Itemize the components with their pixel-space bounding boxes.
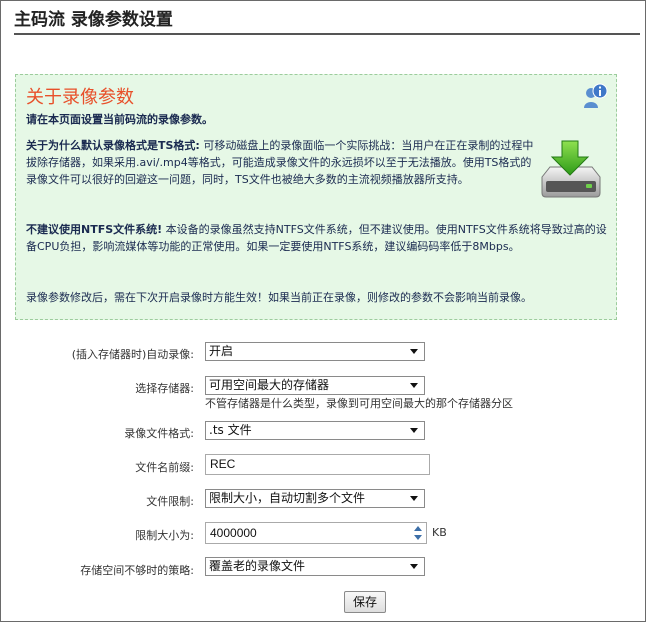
format-label: 录像文件格式: <box>124 427 194 440</box>
chevron-down-icon <box>410 564 418 569</box>
storage-label: 选择存储器: <box>135 382 194 395</box>
limit-size-unit: KB <box>432 526 447 539</box>
limit-size-value: 4000000 <box>210 526 257 540</box>
auto-record-select[interactable]: 开启 <box>205 342 425 361</box>
ts-format-paragraph: 关于为什么默认录像格式是TS格式: 可移动磁盘上的录像面临一个实际挑战：当用户在… <box>26 137 538 188</box>
spin-down-icon[interactable] <box>411 533 425 542</box>
ts-format-heading: 关于为什么默认录像格式是TS格式: <box>26 139 200 152</box>
prefix-label: 文件名前缀: <box>135 461 194 474</box>
apply-note: 录像参数修改后，需在下次开启录像时方能生效！如果当前正在录像，则修改的参数不会影… <box>26 291 532 304</box>
storage-select[interactable]: 可用空间最大的存储器 <box>205 376 425 395</box>
title-divider <box>14 33 640 35</box>
info-heading: 关于录像参数 <box>26 87 134 108</box>
info-panel: 关于录像参数 请在本页面设置当前码流的录像参数。 关于为什么默认录像格式是TS格… <box>15 74 617 320</box>
info-subtitle: 请在本页面设置当前码流的录像参数。 <box>26 113 213 126</box>
limit-label: 文件限制: <box>146 495 194 508</box>
spinner <box>411 524 425 542</box>
chevron-down-icon <box>410 349 418 354</box>
download-drive-icon <box>541 140 601 198</box>
auto-record-label: (插入存储器时)自动录像: <box>71 348 194 361</box>
chevron-down-icon <box>410 428 418 433</box>
ntfs-paragraph: 不建议使用NTFS文件系统! 本设备的录像虽然支持NTFS文件系统，但不建议使用… <box>26 221 612 255</box>
storage-hint: 不管存储器是什么类型，录像到可用空间最大的那个存储器分区 <box>205 397 513 410</box>
save-button[interactable]: 保存 <box>344 591 386 613</box>
policy-label: 存储空间不够时的策略: <box>80 564 194 577</box>
chevron-down-icon <box>410 496 418 501</box>
format-value: .ts 文件 <box>209 423 252 437</box>
policy-value: 覆盖老的录像文件 <box>209 559 306 573</box>
format-select[interactable]: .ts 文件 <box>205 421 425 440</box>
limit-size-input[interactable]: 4000000 <box>205 522 427 544</box>
chevron-down-icon <box>410 383 418 388</box>
page-title: 主码流 录像参数设置 <box>14 10 173 30</box>
limit-value: 限制大小，自动切割多个文件 <box>209 491 366 505</box>
limit-select[interactable]: 限制大小，自动切割多个文件 <box>205 489 425 508</box>
policy-select[interactable]: 覆盖老的录像文件 <box>205 557 425 576</box>
auto-record-value: 开启 <box>209 344 234 358</box>
limit-size-label: 限制大小为: <box>135 529 194 542</box>
spin-up-icon[interactable] <box>411 524 425 533</box>
ntfs-heading: 不建议使用NTFS文件系统! <box>26 223 163 236</box>
storage-value: 可用空间最大的存储器 <box>209 378 330 392</box>
prefix-input[interactable]: REC <box>205 454 430 475</box>
help-info-icon <box>584 83 608 108</box>
